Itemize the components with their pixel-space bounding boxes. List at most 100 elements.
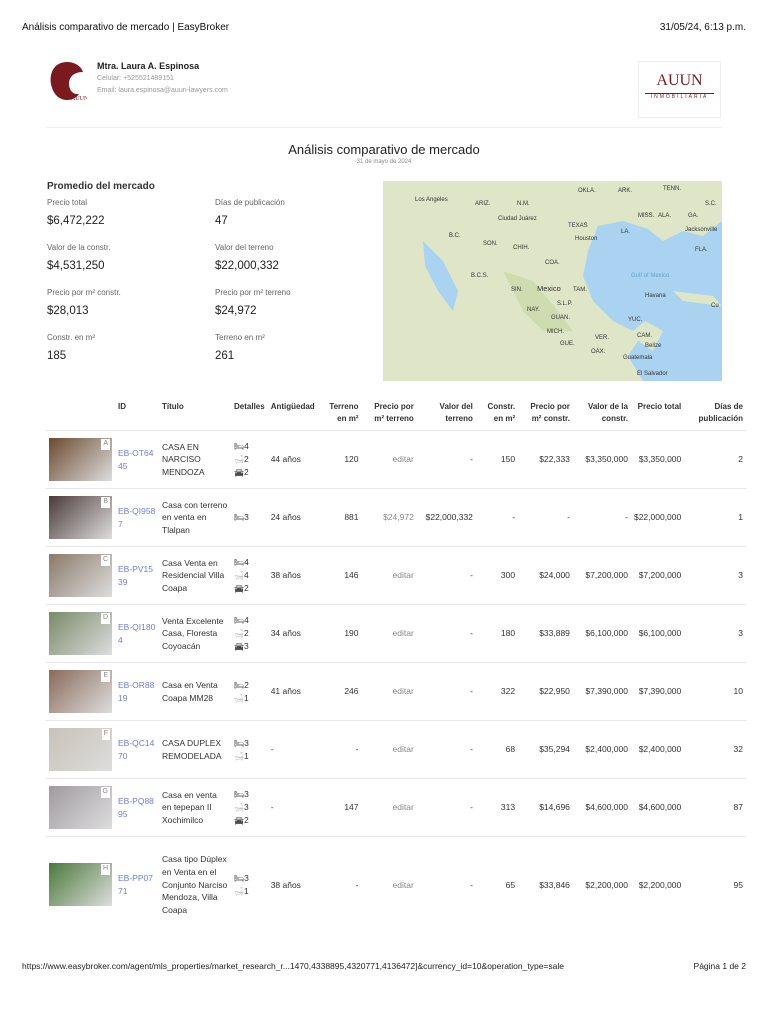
map-label: MICH. — [547, 329, 564, 335]
map-label: El Salvador — [637, 371, 668, 377]
property-photo[interactable]: E — [49, 670, 112, 714]
land-value: - — [416, 604, 476, 663]
property-photo[interactable]: C — [49, 554, 112, 598]
land-price-per-m2[interactable]: editar — [361, 720, 417, 779]
column-header: Título — [162, 402, 184, 411]
marker-letter: G — [100, 787, 110, 798]
map-label: NAY. — [527, 307, 540, 313]
property-id-link[interactable]: EB-QC1470 — [118, 738, 154, 761]
age: 34 años — [267, 604, 318, 663]
land-price-per-m2[interactable]: editar — [361, 604, 417, 663]
market-map[interactable]: OKLA. ARK. TENN. Los Angeles ARIZ. N.M. MISS. A… — [383, 181, 722, 381]
total-price: $2,200,000 — [630, 836, 685, 933]
land-value: - — [416, 546, 476, 605]
property-photo[interactable]: H — [49, 863, 112, 907]
bath-icon: 🛁 — [234, 803, 244, 813]
table-row: F EB-QC1470 CASA DUPLEX REMODELADA 🛏3 🛁1 … — [46, 720, 746, 779]
column-header — [46, 395, 115, 431]
map-label: Mexico — [537, 284, 561, 293]
bed-icon: 🛏 — [234, 442, 245, 452]
map-label: TENN. — [663, 186, 681, 192]
bed-icon: 🛏 — [234, 558, 245, 568]
table-row: A EB-OT6445 CASA EN NARCISO MENDOZA 🛏4 🛁2… — [46, 430, 746, 489]
map-label: Belize — [645, 343, 662, 349]
construction-price-per-m2: $14,696 — [518, 778, 573, 837]
land-price-per-m2: $24,972 — [361, 488, 417, 547]
property-title: Casa con terreno en venta en Tlalpan — [159, 488, 231, 547]
agent-logo: AUUN — [47, 60, 89, 102]
age: 38 años — [267, 836, 318, 933]
bath-icon: 🛁 — [234, 629, 244, 639]
map-label: TAM. — [573, 287, 587, 293]
age: 24 años — [267, 488, 318, 547]
summary-value: $24,972 — [215, 305, 257, 317]
map-label: B.C.S. — [471, 273, 489, 279]
age: 38 años — [267, 546, 318, 605]
property-photo[interactable]: G — [49, 786, 112, 830]
total-price: $6,100,000 — [630, 604, 685, 663]
summary-value: $22,000,332 — [215, 260, 279, 272]
construction-area: 150 — [475, 430, 519, 489]
land-price-per-m2[interactable]: editar — [361, 546, 417, 605]
construction-area: 313 — [475, 778, 519, 837]
land-price-per-m2[interactable]: editar — [361, 836, 417, 933]
land-price-per-m2[interactable]: editar — [361, 662, 417, 721]
table-row: H EB-PP0771 Casa tipo Dúplex en Venta en… — [46, 836, 746, 933]
summary-label: Valor del terreno — [215, 243, 274, 252]
map-label: ARIZ. — [475, 201, 491, 207]
marker-letter: C — [100, 555, 110, 566]
map-label: S.L.P. — [557, 301, 573, 307]
construction-value: $2,400,000 — [572, 720, 631, 779]
map-label: N.M. — [517, 201, 530, 207]
column-header: Terreno en m² — [329, 402, 359, 423]
summary-label: Días de publicación — [215, 198, 285, 207]
total-price: $7,200,000 — [630, 546, 685, 605]
construction-area: 65 — [475, 836, 519, 933]
property-photo[interactable]: D — [49, 612, 112, 656]
property-photo[interactable]: B — [49, 496, 112, 540]
column-header: Precio por m² constr. — [530, 402, 570, 423]
land-area: - — [317, 836, 362, 933]
land-price-per-m2[interactable]: editar — [361, 430, 417, 489]
map-label: Los Angeles — [415, 197, 448, 203]
property-id-link[interactable]: EB-PP0771 — [118, 873, 153, 896]
property-photo[interactable]: A — [49, 438, 112, 482]
construction-price-per-m2: $24,000 — [518, 546, 573, 605]
land-area: 190 — [317, 604, 362, 663]
agent-phone: Celular: +525521489151 — [97, 75, 174, 82]
property-title: CASA DUPLEX REMODELADA — [159, 720, 231, 779]
land-area: 146 — [317, 546, 362, 605]
property-id-link[interactable]: EB-QI1804 — [118, 622, 155, 645]
column-header: ID — [118, 402, 126, 411]
table-row: B EB-QI9587 Casa con terreno en venta en… — [46, 488, 746, 547]
construction-value: $7,200,000 — [572, 546, 631, 605]
property-id-link[interactable]: EB-PQ8895 — [118, 796, 154, 819]
car-icon: 🚘 — [234, 468, 244, 478]
days-listed: 32 — [684, 720, 746, 779]
land-value: - — [416, 720, 476, 779]
construction-value: $6,100,000 — [572, 604, 631, 663]
days-listed: 87 — [684, 778, 746, 837]
car-icon: 🚘 — [234, 584, 244, 594]
property-photo[interactable]: F — [49, 728, 112, 772]
table-row: C EB-PV1539 Casa Venta en Residencial Vi… — [46, 546, 746, 605]
bath-icon: 🛁 — [234, 693, 244, 703]
age: 44 años — [267, 430, 318, 489]
property-id-link[interactable]: EB-OT6445 — [118, 448, 153, 471]
report-date: 31 de mayo de 2024 — [356, 159, 412, 165]
summary-value: 261 — [215, 350, 235, 362]
land-price-per-m2[interactable]: editar — [361, 778, 417, 837]
agent-name: Mtra. Laura A. Espinosa — [97, 61, 200, 71]
property-details: 🛏3 — [231, 488, 268, 547]
days-listed: 3 — [684, 546, 746, 605]
property-id-link[interactable]: EB-OR8819 — [118, 680, 154, 703]
land-value: - — [416, 836, 476, 933]
column-header: Antigüedad — [270, 402, 315, 411]
property-title: CASA EN NARCISO MENDOZA — [159, 430, 231, 489]
property-id-link[interactable]: EB-PV1539 — [118, 564, 153, 587]
map-label: Havana — [645, 293, 666, 299]
map-label: CHIH. — [513, 245, 530, 251]
property-id-link[interactable]: EB-QI9587 — [118, 506, 155, 529]
map-label: GUE. — [560, 341, 575, 347]
table-row: E EB-OR8819 Casa en Venta Coapa MM28 🛏2 🛁… — [46, 662, 746, 721]
